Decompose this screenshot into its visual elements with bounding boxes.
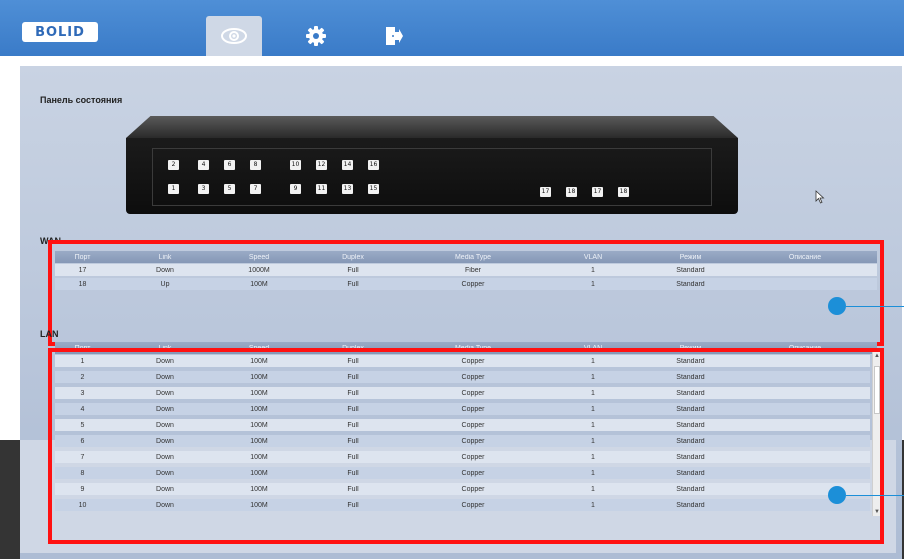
- switch-device-top: [126, 116, 738, 138]
- nav-logout-button[interactable]: [376, 16, 412, 56]
- wan-callout-line: [846, 306, 904, 307]
- lan-callout-line: [846, 495, 904, 496]
- port-indicator[interactable]: 11: [316, 184, 327, 194]
- port-indicator[interactable]: 4: [198, 160, 209, 170]
- sfp-port-indicator[interactable]: 18: [566, 187, 577, 197]
- port-indicator[interactable]: 1: [168, 184, 179, 194]
- sfp-port-indicator[interactable]: 18: [618, 187, 629, 197]
- port-indicator[interactable]: 13: [342, 184, 353, 194]
- gear-icon: [306, 26, 326, 46]
- port-indicator[interactable]: 5: [224, 184, 235, 194]
- port-indicator[interactable]: 7: [250, 184, 261, 194]
- brand-logo: BOLID: [22, 22, 98, 42]
- port-indicator[interactable]: 15: [368, 184, 379, 194]
- lan-highlight-frame: [48, 348, 884, 544]
- port-indicator[interactable]: 2: [168, 160, 179, 170]
- port-indicator[interactable]: 8: [250, 160, 261, 170]
- top-bar: BOLID: [0, 0, 904, 56]
- port-indicator[interactable]: 16: [368, 160, 379, 170]
- sfp-port-indicator[interactable]: 17: [592, 187, 603, 197]
- nav-settings-button[interactable]: [298, 16, 334, 56]
- port-indicator[interactable]: 3: [198, 184, 209, 194]
- port-indicator[interactable]: 9: [290, 184, 301, 194]
- sfp-port-indicator[interactable]: 17: [540, 187, 551, 197]
- port-indicator[interactable]: 10: [290, 160, 301, 170]
- nav-status-button[interactable]: [206, 16, 262, 56]
- port-indicator[interactable]: 14: [342, 160, 353, 170]
- status-panel-title: Панель состояния: [40, 95, 123, 105]
- eye-icon: [221, 28, 247, 44]
- lan-section-label: LAN: [40, 329, 59, 339]
- lan-callout-marker: [828, 486, 846, 504]
- port-indicator[interactable]: 6: [224, 160, 235, 170]
- exit-icon: [386, 27, 403, 45]
- port-indicator[interactable]: 12: [316, 160, 327, 170]
- wan-highlight-frame: [48, 240, 884, 346]
- switch-port-panel: [152, 148, 712, 206]
- mouse-cursor-icon: [815, 190, 825, 204]
- wan-callout-marker: [828, 297, 846, 315]
